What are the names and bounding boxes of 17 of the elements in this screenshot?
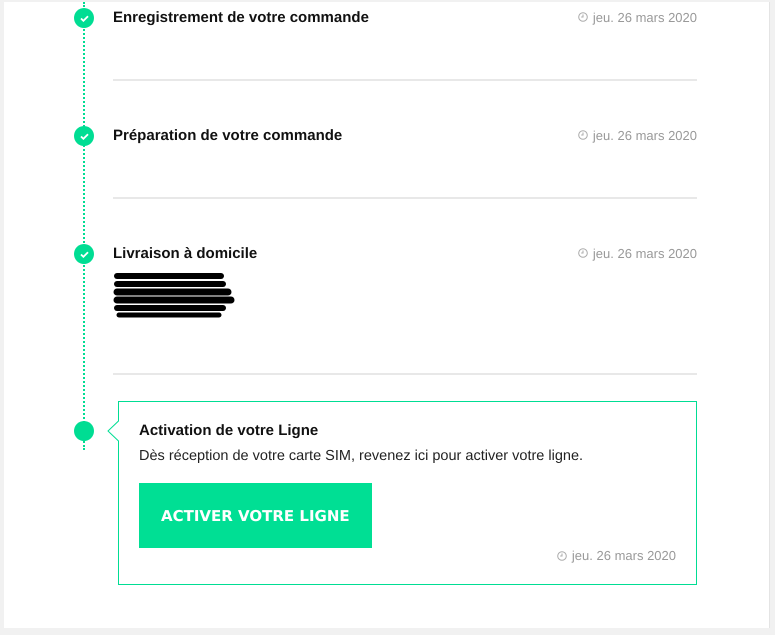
- step-title: Enregistrement de votre commande: [113, 9, 369, 27]
- step-date: jeu. 26 mars 2020: [592, 10, 697, 24]
- clock-icon: [556, 551, 567, 561]
- check-icon: [80, 132, 88, 140]
- step-date: jeu. 26 mars 2020: [572, 548, 676, 564]
- clock-icon: [578, 130, 588, 140]
- step-title: Activation de votre Ligne: [139, 422, 320, 440]
- clock-icon: [578, 248, 588, 258]
- step-title: Livraison à domicile: [113, 245, 258, 263]
- step-date: jeu. 26 mars 2020: [592, 128, 697, 142]
- step-description: Dès réception de votre carte SIM, revenez ici pour activer votre ligne.: [139, 447, 584, 465]
- check-icon: [80, 14, 88, 22]
- clock-icon: [578, 12, 588, 22]
- activate-button[interactable]: ACTIVER VOTRE LIGNE: [139, 483, 372, 548]
- step-date: jeu. 26 mars 2020: [592, 246, 697, 260]
- check-icon: [80, 250, 88, 258]
- step-title: Préparation de votre commande: [113, 127, 342, 145]
